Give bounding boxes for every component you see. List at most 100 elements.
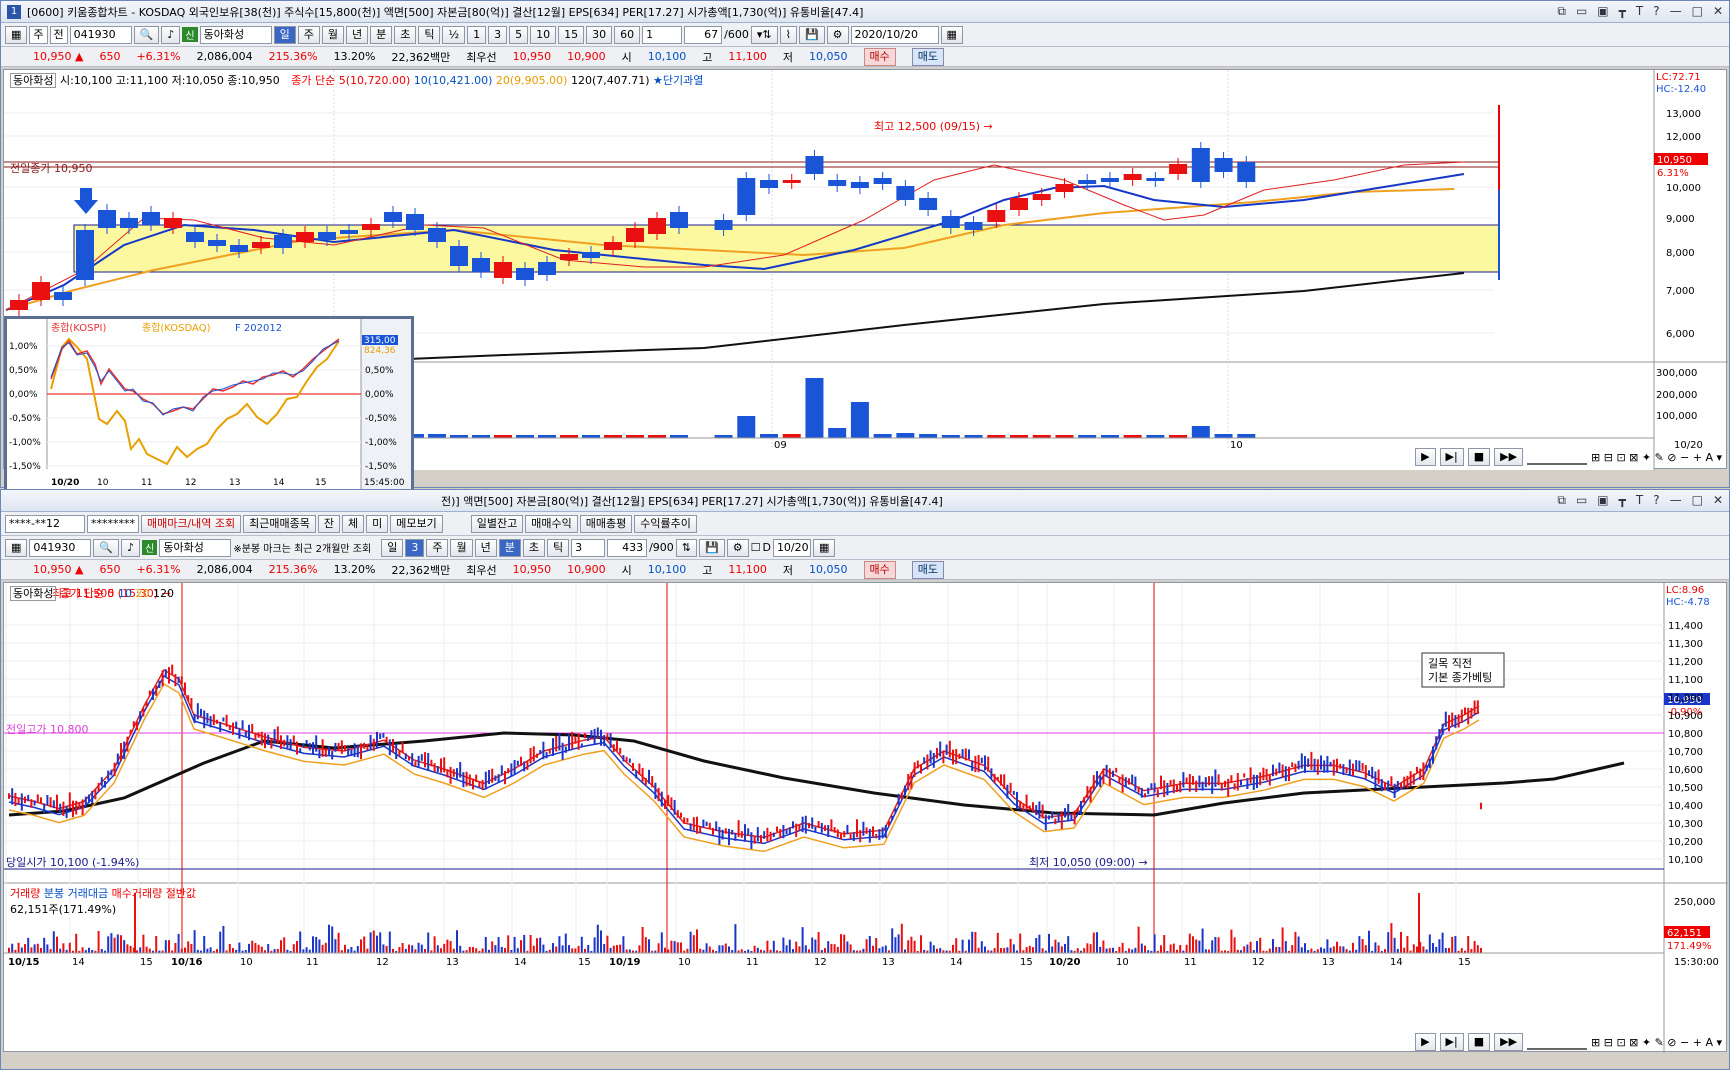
period-month-2[interactable]: 월 [450, 538, 473, 557]
win-minimize-icon[interactable]: — [1670, 493, 1682, 508]
tick-10[interactable]: 10 [530, 25, 557, 44]
minimize-icon[interactable]: ▭ [1576, 4, 1587, 19]
tick-60[interactable]: 60 [614, 25, 641, 44]
return-trend-button[interactable]: 수익률추이 [634, 514, 697, 533]
index-inset-chart[interactable]: 315,00 824,36 1,00% 0,50% 0,00% -0,50% -… [4, 316, 414, 492]
tab-fills[interactable]: 체 [342, 514, 365, 533]
daily-balance-button[interactable]: 일별잔고 [470, 514, 524, 533]
tab-unfilled[interactable]: 미 [366, 514, 389, 533]
restore-icon[interactable]: ⧉ [1557, 493, 1566, 508]
stop-icon[interactable]: ■ [1467, 448, 1491, 466]
play-icon[interactable]: ▶ [1415, 448, 1436, 466]
calendar-icon[interactable]: ▦ [940, 25, 963, 44]
sell-button[interactable]: 매도 [911, 47, 944, 66]
period-year[interactable]: 년 [345, 25, 369, 44]
chart-type-icon[interactable]: ⇅ [675, 538, 697, 557]
indicator-icon[interactable]: ⌇ [779, 25, 797, 44]
period-tick[interactable]: 틱 [418, 25, 441, 44]
period-tick-2[interactable]: 틱 [546, 538, 570, 557]
win-minimize-icon[interactable]: — [1670, 4, 1682, 19]
dock-icon[interactable]: ▣ [1597, 493, 1608, 508]
speaker-icon[interactable]: ♪ [121, 538, 141, 557]
play-icon[interactable]: ▶ [1415, 1033, 1436, 1051]
stop-icon[interactable]: ■ [1467, 1033, 1491, 1051]
zoom-icons[interactable]: ⊞ ⊟ ⊡ ⊠ ✦ ✎ ⊘ − + A ▾ [1591, 451, 1722, 464]
tick-5[interactable]: 5 [509, 25, 529, 44]
restore-icon[interactable]: ⧉ [1557, 4, 1566, 19]
minute-bar [136, 721, 138, 731]
d0-checkbox[interactable]: ☐ [751, 541, 761, 554]
period-week-2[interactable]: 주 [426, 538, 449, 557]
minute-bar [1393, 783, 1396, 798]
period-year-2[interactable]: 년 [474, 538, 497, 557]
search-icon[interactable]: 🔍 [133, 25, 160, 44]
buy-button[interactable]: 매수 [863, 47, 896, 66]
zoom-slider[interactable] [1527, 450, 1588, 465]
chart-type-icon[interactable]: ▾⇅ [750, 25, 778, 44]
tab-balance[interactable]: 잔 [317, 514, 341, 533]
password-input[interactable]: ******** [87, 514, 139, 533]
stock-code-input-2[interactable]: 041930 [29, 538, 92, 557]
tick-15[interactable]: 15 [558, 25, 585, 44]
close-icon[interactable]: ✕ [1713, 4, 1723, 19]
count-input[interactable]: 67 [684, 25, 723, 44]
pin-icon[interactable]: ┳ [1619, 493, 1626, 508]
period-minute[interactable]: 분 [370, 25, 393, 44]
stock-code-input[interactable]: 041930 [69, 25, 132, 44]
memo-button[interactable]: 메모보기 [390, 514, 443, 533]
text-icon[interactable]: T [1636, 493, 1643, 508]
next-icon[interactable]: ▶▶ [1494, 1033, 1524, 1051]
next-icon[interactable]: ▶▶ [1494, 448, 1524, 466]
account-input[interactable]: ****-**12 [5, 514, 85, 533]
dock-icon[interactable]: ▣ [1597, 4, 1608, 19]
period-3[interactable]: 3 [405, 538, 425, 557]
save-icon[interactable]: 💾 [798, 25, 825, 44]
win-maximize-icon[interactable]: □ [1692, 493, 1703, 508]
layout-icon[interactable]: ▦ [5, 25, 28, 44]
turnover: 13.20% [333, 563, 376, 576]
buy-button[interactable]: 매수 [863, 560, 896, 579]
date-input-2[interactable]: 10/20 [772, 538, 811, 557]
multiplier-input-2[interactable]: 3 [571, 538, 606, 557]
minimize-icon[interactable]: ▭ [1576, 493, 1587, 508]
tick-3[interactable]: 3 [488, 25, 508, 44]
period-second-2[interactable]: 초 [522, 538, 545, 557]
pin-icon[interactable]: ┳ [1619, 4, 1626, 19]
period-minute-2[interactable]: 분 [498, 538, 521, 557]
win-maximize-icon[interactable]: □ [1692, 4, 1703, 19]
minute-chart[interactable]: 최고 11,500 (15:30) → 전일고가 10,800 당일시가 10,… [3, 582, 1728, 1053]
calendar-icon[interactable]: ▦ [812, 538, 836, 557]
speaker-icon[interactable]: ♪ [161, 25, 181, 44]
range-select[interactable]: 전 [49, 25, 68, 44]
trade-review-button[interactable]: 매매총평 [579, 514, 633, 533]
tick-1[interactable]: 1 [467, 25, 487, 44]
close-icon[interactable]: ✕ [1713, 493, 1723, 508]
multiplier-input[interactable]: 1 [642, 25, 683, 44]
sell-button[interactable]: 매도 [911, 560, 944, 579]
tab-recent-stocks[interactable]: 최근매매종목 [243, 514, 316, 533]
zoom-slider[interactable] [1527, 1035, 1588, 1050]
help-icon[interactable]: ? [1653, 493, 1659, 508]
save-icon[interactable]: 💾 [699, 538, 725, 557]
text-icon[interactable]: T [1636, 4, 1643, 19]
count-input-2[interactable]: 433 [607, 538, 648, 557]
trade-profit-button[interactable]: 매매수익 [525, 514, 578, 533]
market-type-select[interactable]: 주 [29, 25, 48, 44]
gear-icon[interactable]: ⚙ [826, 25, 849, 44]
date-input[interactable]: 2020/10/20 [850, 25, 939, 44]
period-day-2[interactable]: 일 [381, 538, 404, 557]
tab-trade-marks[interactable]: 매매마크/내역 조회 [141, 514, 242, 533]
period-second[interactable]: 초 [394, 25, 417, 44]
zoom-icons[interactable]: ⊞ ⊟ ⊡ ⊠ ✦ ✎ ⊘ − + A ▾ [1591, 1036, 1722, 1049]
tick-half[interactable]: ½ [442, 25, 466, 44]
period-week[interactable]: 주 [297, 25, 320, 44]
help-icon[interactable]: ? [1653, 4, 1659, 19]
search-icon[interactable]: 🔍 [93, 538, 120, 557]
end-icon[interactable]: ▶| [1439, 448, 1464, 466]
gear-icon[interactable]: ⚙ [726, 538, 749, 557]
layout-icon[interactable]: ▦ [5, 538, 28, 557]
period-day[interactable]: 일 [273, 25, 296, 44]
tick-30[interactable]: 30 [586, 25, 613, 44]
end-icon[interactable]: ▶| [1439, 1033, 1464, 1051]
period-month[interactable]: 월 [321, 25, 344, 44]
